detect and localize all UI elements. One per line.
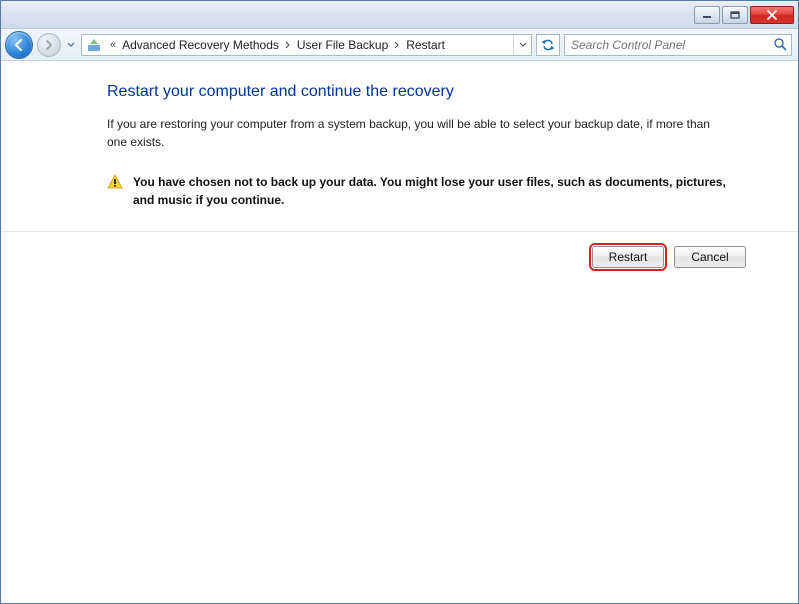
recent-locations-dropdown[interactable] bbox=[65, 34, 77, 56]
arrow-right-icon bbox=[43, 39, 55, 51]
navigation-bar: « Advanced Recovery Methods User File Ba… bbox=[1, 29, 798, 61]
button-row: Restart Cancel bbox=[1, 232, 798, 268]
forward-button[interactable] bbox=[37, 33, 61, 57]
back-button[interactable] bbox=[5, 31, 33, 59]
page-description: If you are restoring your computer from … bbox=[107, 115, 717, 151]
search-box[interactable] bbox=[564, 34, 792, 56]
minimize-button[interactable] bbox=[694, 6, 720, 24]
recovery-icon bbox=[86, 37, 102, 53]
warning-icon bbox=[107, 174, 123, 190]
maximize-button[interactable] bbox=[722, 6, 748, 24]
window-titlebar bbox=[1, 1, 798, 29]
chevron-down-icon bbox=[67, 42, 75, 48]
refresh-icon bbox=[541, 38, 555, 52]
chevron-right-icon[interactable] bbox=[281, 41, 295, 49]
address-bar[interactable]: « Advanced Recovery Methods User File Ba… bbox=[81, 34, 532, 56]
restart-button[interactable]: Restart bbox=[592, 246, 664, 268]
warning-message: You have chosen not to back up your data… bbox=[107, 173, 737, 209]
refresh-button[interactable] bbox=[536, 34, 560, 56]
content-area: Restart your computer and continue the r… bbox=[1, 61, 798, 603]
arrow-left-icon bbox=[12, 38, 26, 52]
close-button[interactable] bbox=[750, 6, 794, 24]
control-panel-window: « Advanced Recovery Methods User File Ba… bbox=[0, 0, 799, 604]
page-title: Restart your computer and continue the r… bbox=[107, 83, 758, 101]
chevron-down-icon bbox=[519, 42, 527, 48]
address-dropdown[interactable] bbox=[513, 35, 531, 55]
breadcrumb-overflow-icon[interactable]: « bbox=[110, 39, 116, 51]
warning-text: You have chosen not to back up your data… bbox=[133, 173, 737, 209]
search-icon bbox=[773, 37, 787, 54]
cancel-button[interactable]: Cancel bbox=[674, 246, 746, 268]
chevron-right-icon[interactable] bbox=[390, 41, 404, 49]
search-input[interactable] bbox=[569, 37, 787, 53]
breadcrumb-item[interactable]: Restart bbox=[404, 38, 447, 52]
breadcrumb-item[interactable]: User File Backup bbox=[295, 38, 390, 52]
breadcrumb-item[interactable]: Advanced Recovery Methods bbox=[120, 38, 281, 52]
